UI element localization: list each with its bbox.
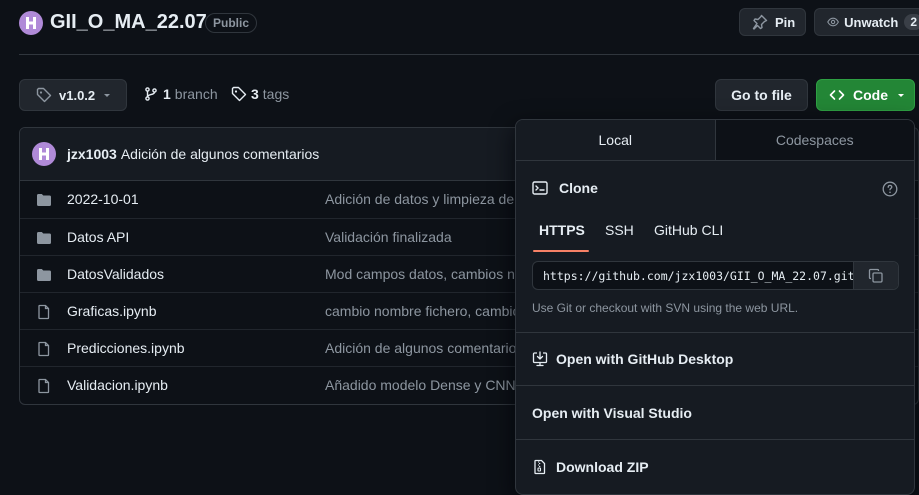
file-name-link[interactable]: Predicciones.ipynb — [67, 340, 185, 356]
open-visual-studio[interactable]: Open with Visual Studio — [532, 405, 692, 421]
file-zip-icon — [534, 459, 546, 475]
help-icon[interactable] — [882, 181, 898, 197]
visibility-badge: Public — [205, 13, 258, 33]
clone-tab-ssh[interactable]: SSH — [605, 222, 634, 238]
file-commit-message[interactable]: cambio nombre fichero, cambio — [325, 303, 520, 319]
watch-label: Unwatch — [844, 14, 899, 30]
watch-count: 2 — [904, 14, 919, 30]
code-button[interactable]: Code — [816, 79, 915, 111]
file-icon — [36, 378, 52, 394]
file-icon — [36, 304, 52, 320]
copy-icon — [868, 268, 883, 283]
file-name-link[interactable]: 2022-10-01 — [67, 191, 139, 207]
avatar-logo — [26, 17, 36, 29]
clone-url-input[interactable]: https://github.com/jzx1003/GII_O_MA_22.0… — [533, 262, 853, 289]
file-commit-message[interactable]: Añadido modelo Dense y CNN — [325, 377, 516, 393]
folder-icon — [36, 192, 52, 208]
folder-icon — [36, 267, 52, 283]
go-to-file-button[interactable]: Go to file — [715, 79, 808, 111]
commit-author[interactable]: jzx1003 — [67, 146, 117, 162]
pin-label: Pin — [775, 14, 796, 30]
tab-local[interactable]: Local — [516, 120, 716, 160]
eye-icon — [827, 17, 839, 27]
file-commit-message[interactable]: Validación finalizada — [325, 229, 452, 245]
download-zip-label: Download ZIP — [556, 459, 649, 475]
branch-label: branch — [174, 86, 218, 102]
copy-url-button[interactable] — [853, 262, 898, 289]
desktop-download-icon — [532, 351, 548, 367]
branch-select-label: v1.0.2 — [59, 87, 96, 103]
terminal-icon — [532, 181, 548, 195]
code-button-label: Code — [853, 87, 888, 103]
pin-icon — [752, 14, 768, 30]
caret-down-icon — [898, 94, 904, 97]
download-zip[interactable]: Download ZIP — [532, 459, 649, 475]
commit-message[interactable]: Adición de algunos comentarios — [121, 146, 319, 162]
clone-header: Clone — [532, 180, 598, 196]
open-github-desktop-label: Open with GitHub Desktop — [556, 351, 734, 367]
avatar-logo — [39, 148, 49, 160]
watch-button[interactable]: Unwatch 2 — [814, 8, 919, 36]
file-icon — [36, 341, 52, 357]
folder-icon — [36, 230, 52, 246]
open-github-desktop[interactable]: Open with GitHub Desktop — [532, 351, 733, 367]
branch-icon — [145, 87, 157, 101]
tab-codespaces[interactable]: Codespaces — [715, 120, 914, 160]
branch-select-button[interactable]: v1.0.2 — [19, 79, 127, 111]
repo-name[interactable]: GII_O_MA_22.07 — [50, 11, 207, 34]
clone-url-box: https://github.com/jzx1003/GII_O_MA_22.0… — [532, 261, 899, 290]
tags-link[interactable]: 3 tags — [231, 86, 289, 102]
file-name-link[interactable]: DatosValidados — [67, 266, 164, 282]
commit-author-avatar[interactable] — [32, 142, 56, 166]
file-commit-message[interactable]: Mod campos datos, cambios n — [325, 266, 515, 282]
code-dropdown-tabs: Local Codespaces — [516, 120, 914, 161]
file-name-link[interactable]: Validacion.ipynb — [67, 377, 168, 393]
dropdown-divider — [516, 385, 914, 386]
clone-title: Clone — [559, 180, 598, 196]
open-visual-studio-label: Open with Visual Studio — [532, 405, 692, 421]
tag-count: 3 — [251, 86, 259, 102]
file-name-link[interactable]: Datos API — [67, 229, 129, 245]
clone-hint: Use Git or checkout with SVN using the w… — [532, 301, 799, 315]
code-dropdown: Local Codespaces Clone HTTPS SSH GitHub … — [515, 119, 915, 495]
file-commit-message[interactable]: Adición de algunos comentario — [325, 340, 516, 356]
active-tab-underline — [533, 250, 589, 252]
branches-link[interactable]: 1 branch — [143, 86, 218, 102]
tag-icon — [36, 87, 52, 103]
dropdown-divider — [516, 439, 914, 440]
header-divider — [19, 54, 919, 55]
caret-down-icon — [104, 94, 111, 97]
clone-tab-https[interactable]: HTTPS — [539, 222, 585, 238]
branch-count: 1 — [163, 86, 171, 102]
file-name-link[interactable]: Graficas.ipynb — [67, 303, 156, 319]
code-icon — [829, 90, 845, 100]
tag-icon — [231, 86, 247, 102]
pin-button[interactable]: Pin — [739, 8, 806, 36]
file-commit-message[interactable]: Adición de datos y limpieza de — [325, 191, 514, 207]
repo-owner-avatar[interactable] — [19, 11, 43, 35]
tag-label: tags — [262, 86, 290, 102]
dropdown-divider — [516, 332, 914, 333]
clone-tab-github-cli[interactable]: GitHub CLI — [654, 222, 723, 238]
